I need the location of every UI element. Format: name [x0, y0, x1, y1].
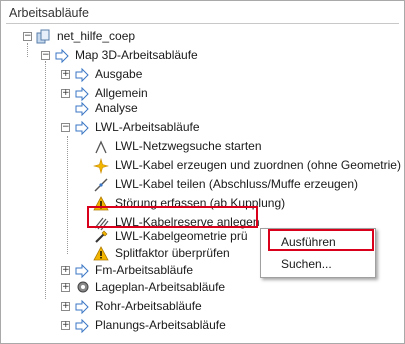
tree-node-label: Analyse: [95, 101, 138, 115]
expand-toggle[interactable]: +: [61, 70, 70, 79]
menu-item-suchen[interactable]: Suchen...: [281, 254, 332, 274]
warning-icon: [93, 246, 109, 261]
sparkle-icon: [93, 158, 109, 174]
workflows-panel: Arbeitsabläufe − net_hilfe_coep − Map 3D…: [0, 0, 405, 344]
geometry-check-icon: [95, 230, 108, 243]
tree-node-ausgabe[interactable]: + Ausgabe: [1, 65, 401, 84]
collapse-toggle[interactable]: −: [41, 51, 50, 60]
tree-node-planung[interactable]: + Planungs-Arbeitsabläufe: [1, 316, 401, 335]
tree-item-kabel-teilen[interactable]: LWL-Kabel teilen (Abschluss/Muffe erzeug…: [1, 175, 401, 194]
tree-item-kabel-erzeugen[interactable]: LWL-Kabel erzeugen und zuordnen (ohne Ge…: [1, 156, 401, 175]
tree-node-root[interactable]: − net_hilfe_coep: [1, 27, 401, 46]
tree-node-lageplan[interactable]: + Lageplan-Arbeitsabläufe: [1, 278, 401, 297]
tree-item-netzwegsuche[interactable]: LWL-Netzwegsuche starten: [1, 137, 401, 156]
project-icon: [36, 29, 50, 44]
expand-toggle[interactable]: +: [61, 302, 70, 311]
highlight-frame: [87, 206, 258, 228]
panel-title: Arbeitsabläufe: [9, 6, 89, 20]
tree-node-rohr[interactable]: + Rohr-Arbeitsabläufe: [1, 297, 401, 316]
tree-node-label: LWL-Netzwegsuche starten: [115, 139, 262, 153]
workflow-arrow-icon: [75, 318, 89, 334]
collapse-toggle[interactable]: −: [61, 123, 70, 132]
map-pin-icon: [77, 281, 89, 293]
expand-toggle[interactable]: +: [61, 321, 70, 330]
tree-node-label: Ausgabe: [95, 67, 143, 81]
tree-node-label: LWL-Kabel erzeugen und zuordnen (ohne Ge…: [115, 158, 401, 172]
cut-line-icon: [94, 178, 108, 192]
expand-toggle[interactable]: +: [61, 283, 70, 292]
tree-node-label: Planungs-Arbeitsabläufe: [95, 318, 226, 332]
tree-node-lwl[interactable]: − LWL-Arbeitsabläufe: [1, 118, 401, 137]
expand-toggle[interactable]: +: [61, 89, 70, 98]
workflow-arrow-icon: [75, 101, 89, 117]
tree-node-map3d[interactable]: − Map 3D-Arbeitsabläufe: [1, 46, 401, 65]
workflow-arrow-icon: [75, 67, 89, 83]
tree-node-analyse[interactable]: Analyse: [1, 99, 401, 118]
tree-node-label: Lageplan-Arbeitsabläufe: [95, 280, 226, 294]
expand-toggle[interactable]: +: [61, 266, 70, 275]
tree-node-label: LWL-Arbeitsabläufe: [95, 120, 200, 134]
workflow-arrow-icon: [55, 48, 69, 64]
workflow-arrow-icon: [75, 263, 89, 279]
tree-node-label: LWL-Kabel teilen (Abschluss/Muffe erzeug…: [115, 177, 359, 191]
collapse-toggle[interactable]: −: [23, 32, 32, 41]
highlight-frame: [268, 229, 374, 251]
tree-node-label: Map 3D-Arbeitsabläufe: [75, 48, 198, 62]
tree-node-label: net_hilfe_coep: [57, 29, 136, 43]
route-search-icon: [95, 140, 107, 154]
workflow-arrow-icon: [75, 120, 89, 136]
workflow-arrow-icon: [75, 299, 89, 315]
divider: [6, 23, 399, 24]
tree-node-label: Rohr-Arbeitsabläufe: [95, 299, 202, 313]
